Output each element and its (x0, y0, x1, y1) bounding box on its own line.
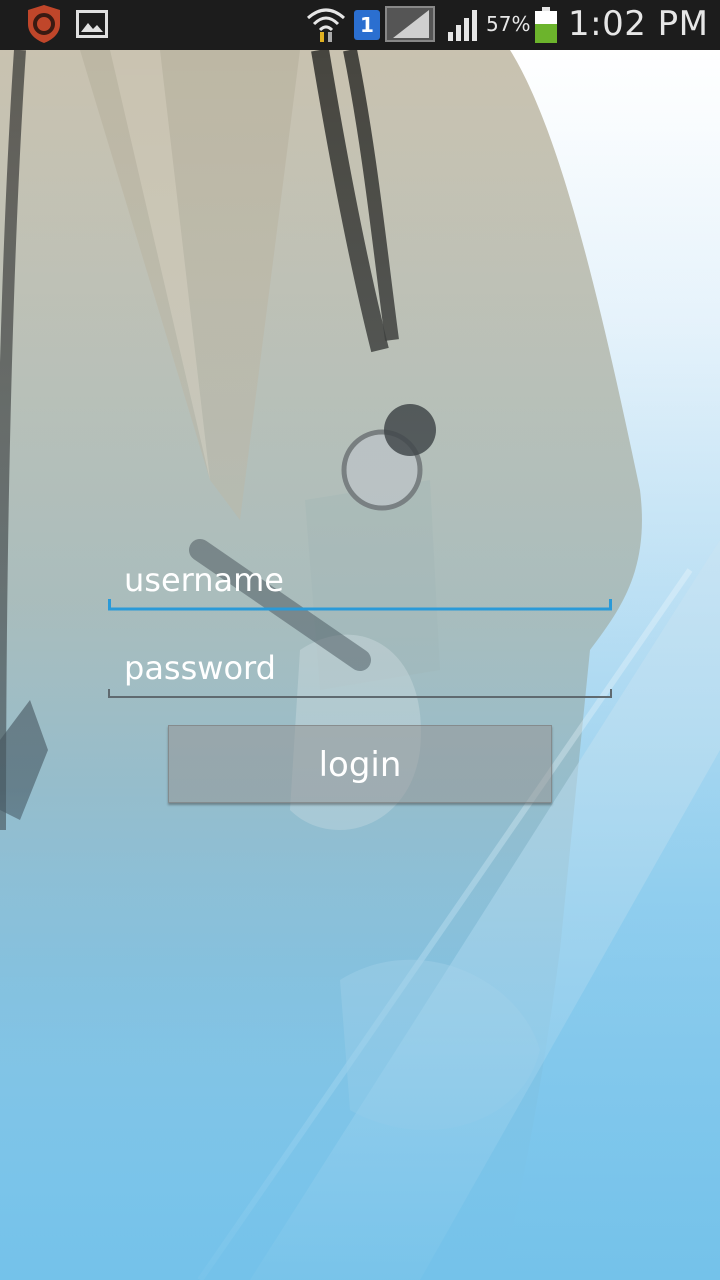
signal-icon (448, 10, 477, 41)
login-button[interactable]: login (168, 725, 552, 803)
image-icon (76, 10, 108, 38)
username-underline (108, 599, 612, 611)
battery-icon (535, 7, 557, 43)
signal-icon (385, 6, 435, 42)
username-field[interactable] (108, 552, 612, 611)
password-underline (108, 689, 612, 698)
shield-app-icon (28, 5, 60, 43)
status-bar: 1 57% 1:02 PM (0, 0, 720, 50)
password-field[interactable] (108, 640, 612, 698)
clock: 1:02 PM (568, 4, 709, 44)
battery-percent: 57% (486, 12, 531, 36)
wifi-icon (307, 8, 345, 42)
sim-icon: 1 (354, 10, 380, 40)
